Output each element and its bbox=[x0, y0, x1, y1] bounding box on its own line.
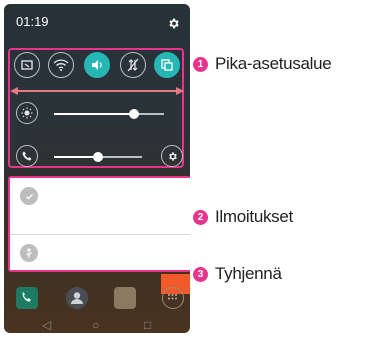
notifications-area bbox=[8, 176, 190, 272]
back-icon[interactable]: ◁ bbox=[42, 318, 51, 332]
volume-fill bbox=[54, 156, 98, 158]
copy-toggle[interactable] bbox=[154, 52, 180, 78]
phone-screen: 01:19 ◁ ○ □ bbox=[4, 4, 190, 333]
callout-clear: 3 Tyhjennä bbox=[193, 264, 282, 284]
notification-item[interactable] bbox=[10, 237, 190, 270]
swipe-indicator bbox=[14, 90, 180, 92]
contacts-app-icon[interactable] bbox=[66, 287, 88, 309]
gear-icon[interactable] bbox=[167, 17, 180, 35]
callout-number: 1 bbox=[193, 56, 208, 72]
navigation-bar: ◁ ○ □ bbox=[4, 316, 190, 333]
sound-icon bbox=[92, 60, 102, 70]
brightness-icon bbox=[16, 102, 38, 124]
volume-knob[interactable] bbox=[93, 152, 103, 162]
callout-label: Pika-asetusalue bbox=[215, 54, 332, 73]
data-off-toggle[interactable] bbox=[120, 52, 146, 78]
swipe-right-arrow-icon bbox=[176, 87, 184, 95]
callout-notifications: 2 Ilmoitukset bbox=[193, 207, 293, 227]
data-off-icon bbox=[127, 58, 139, 72]
volume-settings-icon[interactable] bbox=[161, 145, 183, 167]
clock-time: 01:19 bbox=[16, 14, 49, 29]
callout-label: Ilmoitukset bbox=[215, 207, 293, 226]
status-bar: 01:19 bbox=[4, 4, 190, 44]
brightness-slider[interactable] bbox=[54, 113, 164, 115]
ringtone-icon bbox=[16, 145, 38, 167]
callout-quick-settings: 1 Pika-asetusalue bbox=[193, 54, 332, 74]
swipe-left-arrow-icon bbox=[10, 87, 18, 95]
apps-drawer-icon[interactable] bbox=[162, 287, 184, 309]
usb-icon bbox=[20, 244, 38, 262]
sound-toggle[interactable] bbox=[84, 52, 110, 78]
callout-number: 2 bbox=[193, 209, 208, 225]
screen-capture-icon bbox=[21, 60, 33, 70]
wifi-toggle[interactable] bbox=[48, 52, 74, 78]
phone-app-icon[interactable] bbox=[16, 287, 38, 309]
screen-capture-toggle[interactable] bbox=[14, 52, 40, 78]
messaging-app-icon[interactable] bbox=[114, 287, 136, 309]
home-icon[interactable]: ○ bbox=[92, 318, 99, 332]
copy-icon bbox=[161, 59, 173, 71]
recents-icon[interactable]: □ bbox=[144, 318, 151, 332]
callout-label: Tyhjennä bbox=[215, 264, 282, 283]
notification-item[interactable] bbox=[10, 178, 190, 235]
check-icon bbox=[20, 187, 38, 205]
callout-number: 3 bbox=[193, 266, 208, 282]
brightness-fill bbox=[54, 113, 135, 115]
wifi-icon bbox=[53, 59, 69, 71]
